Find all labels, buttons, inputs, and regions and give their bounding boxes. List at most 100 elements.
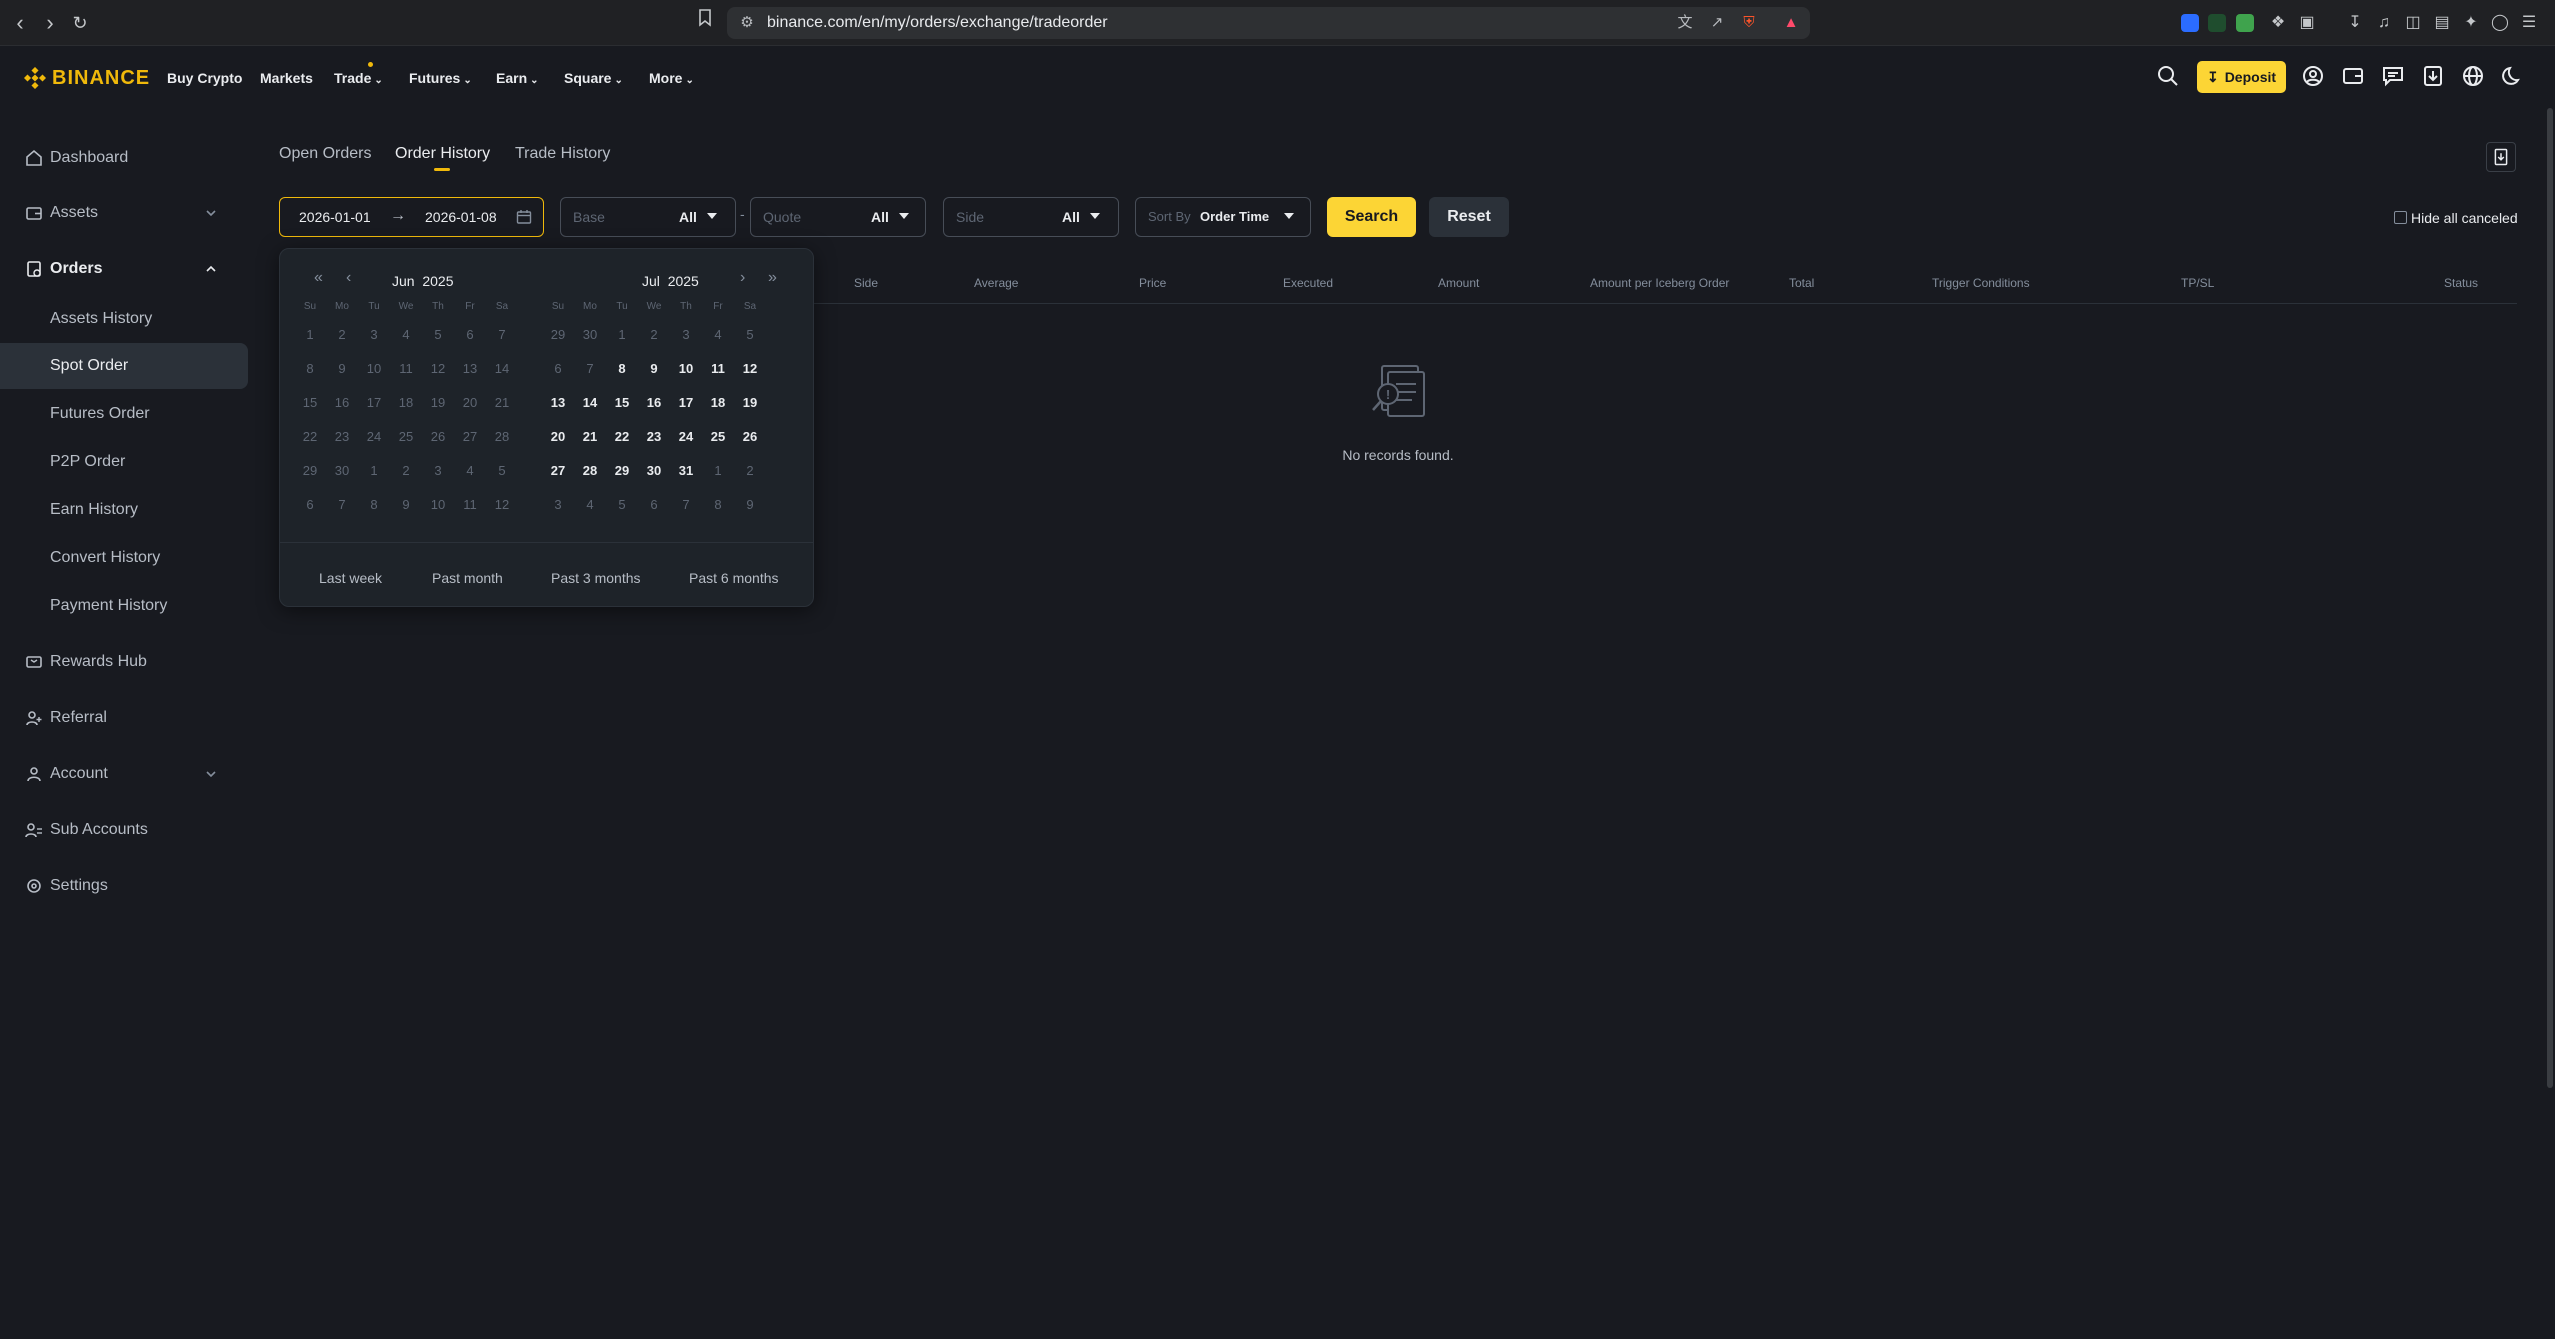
nav-more[interactable]: More ⌄	[649, 70, 694, 86]
calendar-day[interactable]: 11	[454, 497, 486, 512]
vpn-icon[interactable]: ◯	[2489, 12, 2511, 34]
calendar-day[interactable]: 13	[542, 395, 574, 410]
calendar-day[interactable]: 3	[358, 327, 390, 342]
nav-square[interactable]: Square ⌄	[564, 70, 623, 86]
calendar-day[interactable]: 22	[606, 429, 638, 444]
address-bar[interactable]: ⚙ binance.com/en/my/orders/exchange/trad…	[727, 7, 1810, 39]
nav-buy-crypto[interactable]: Buy Crypto	[167, 70, 242, 86]
next-month-icon[interactable]: ›	[740, 269, 745, 287]
sidebar-item-sub-accounts[interactable]: Sub Accounts	[0, 807, 248, 853]
brave-shield-icon[interactable]: ⛨	[1739, 13, 1759, 33]
calendar-day[interactable]: 1	[702, 463, 734, 478]
calendar-day[interactable]: 28	[486, 429, 518, 444]
hide-canceled-label[interactable]: Hide all canceled	[2411, 210, 2518, 226]
reload-icon[interactable]: ↻	[67, 9, 93, 37]
calendar-day[interactable]: 16	[326, 395, 358, 410]
url-text[interactable]: binance.com/en/my/orders/exchange/tradeo…	[767, 14, 1108, 32]
calendar-day[interactable]: 13	[454, 361, 486, 376]
tab-trade-history[interactable]: Trade History	[515, 145, 610, 163]
site-info-icon[interactable]: ⚙	[737, 13, 757, 33]
calendar-day[interactable]: 9	[390, 497, 422, 512]
prev-year-icon[interactable]: «	[314, 269, 323, 287]
calendar-day[interactable]: 6	[638, 497, 670, 512]
calendar-day[interactable]: 11	[390, 361, 422, 376]
calendar-day[interactable]: 9	[326, 361, 358, 376]
share-icon[interactable]: ↗	[1707, 13, 1727, 33]
page-scrollbar[interactable]	[2547, 108, 2553, 1088]
forward-icon[interactable]: ›	[37, 9, 63, 37]
calendar-day[interactable]: 8	[702, 497, 734, 512]
deposit-button[interactable]: ↧ Deposit	[2197, 61, 2286, 93]
next-year-icon[interactable]: »	[768, 269, 777, 287]
calendar-day[interactable]: 24	[670, 429, 702, 444]
sidebar-subitem-p2p-order[interactable]: P2P Order	[0, 439, 248, 485]
calendar-day[interactable]: 9	[638, 361, 670, 376]
music-icon[interactable]: ♫	[2373, 12, 2395, 34]
calendar-day[interactable]: 8	[358, 497, 390, 512]
calendar-day[interactable]: 21	[486, 395, 518, 410]
calendar-day[interactable]: 17	[670, 395, 702, 410]
sidebar-item-assets[interactable]: Assets	[0, 190, 248, 236]
calendar-day[interactable]: 9	[734, 497, 766, 512]
sidebar-item-account[interactable]: Account	[0, 751, 248, 797]
calendar-day[interactable]: 14	[574, 395, 606, 410]
calendar-day[interactable]: 1	[358, 463, 390, 478]
calendar-day[interactable]: 20	[542, 429, 574, 444]
calendar-day[interactable]: 27	[542, 463, 574, 478]
tab-open-orders[interactable]: Open Orders	[279, 145, 371, 163]
side-select[interactable]: Side All	[943, 197, 1119, 237]
sidebar-icon[interactable]: ◫	[2402, 12, 2424, 34]
puzzle-icon[interactable]: ❖	[2267, 12, 2289, 34]
nav-earn[interactable]: Earn ⌄	[496, 70, 539, 86]
calendar-day[interactable]: 10	[422, 497, 454, 512]
calendar-day[interactable]: 4	[454, 463, 486, 478]
calendar-day[interactable]: 4	[702, 327, 734, 342]
calendar-day[interactable]: 28	[574, 463, 606, 478]
binance-logo[interactable]: BINANCE	[24, 66, 150, 90]
nav-futures[interactable]: Futures ⌄	[409, 70, 472, 86]
calendar-day[interactable]: 29	[542, 327, 574, 342]
screenshot-icon[interactable]: ▣	[2296, 12, 2318, 34]
calendar-day[interactable]: 15	[606, 395, 638, 410]
nav-markets[interactable]: Markets	[260, 70, 313, 86]
menu-icon[interactable]: ☰	[2518, 12, 2540, 34]
calendar-day[interactable]: 17	[358, 395, 390, 410]
calendar-day[interactable]: 22	[294, 429, 326, 444]
calendar-day[interactable]: 5	[606, 497, 638, 512]
bookmark-icon[interactable]	[692, 9, 718, 37]
calendar-day[interactable]: 19	[734, 395, 766, 410]
calendar-day[interactable]: 16	[638, 395, 670, 410]
dark-mode-icon[interactable]	[2500, 63, 2526, 89]
date-end-input[interactable]: 2026-01-08	[425, 209, 497, 225]
calendar-day[interactable]: 8	[294, 361, 326, 376]
date-start-input[interactable]: 2026-01-01	[299, 209, 371, 225]
calendar-day[interactable]: 7	[486, 327, 518, 342]
calendar-day[interactable]: 3	[422, 463, 454, 478]
calendar-day[interactable]: 15	[294, 395, 326, 410]
calendar-day[interactable]: 4	[390, 327, 422, 342]
calendar-day[interactable]: 2	[326, 327, 358, 342]
calendar-day[interactable]: 3	[670, 327, 702, 342]
calendar-day[interactable]: 25	[390, 429, 422, 444]
calendar-day[interactable]: 29	[606, 463, 638, 478]
calendar-day[interactable]: 30	[638, 463, 670, 478]
sidebar-subitem-futures-order[interactable]: Futures Order	[0, 391, 248, 437]
calendar-day[interactable]: 27	[454, 429, 486, 444]
messages-icon[interactable]	[2380, 63, 2406, 89]
extension-icon[interactable]	[2181, 14, 2199, 32]
download-icon[interactable]: ↧	[2344, 12, 2366, 34]
calendar-day[interactable]: 7	[574, 361, 606, 376]
calendar-day[interactable]: 3	[542, 497, 574, 512]
globe-icon[interactable]	[2460, 63, 2486, 89]
calendar-day[interactable]: 2	[390, 463, 422, 478]
back-icon[interactable]: ‹	[7, 9, 33, 37]
wallet-icon[interactable]	[2340, 63, 2366, 89]
calendar-day[interactable]: 11	[702, 361, 734, 376]
calendar-day[interactable]: 2	[638, 327, 670, 342]
right-month-title[interactable]: Jul 2025	[642, 273, 699, 289]
calendar-day[interactable]: 12	[486, 497, 518, 512]
calendar-day[interactable]: 26	[734, 429, 766, 444]
sidebar-item-rewards-hub[interactable]: Rewards Hub	[0, 639, 248, 685]
sidebar-item-orders[interactable]: Orders	[0, 246, 248, 292]
calendar-day[interactable]: 18	[702, 395, 734, 410]
